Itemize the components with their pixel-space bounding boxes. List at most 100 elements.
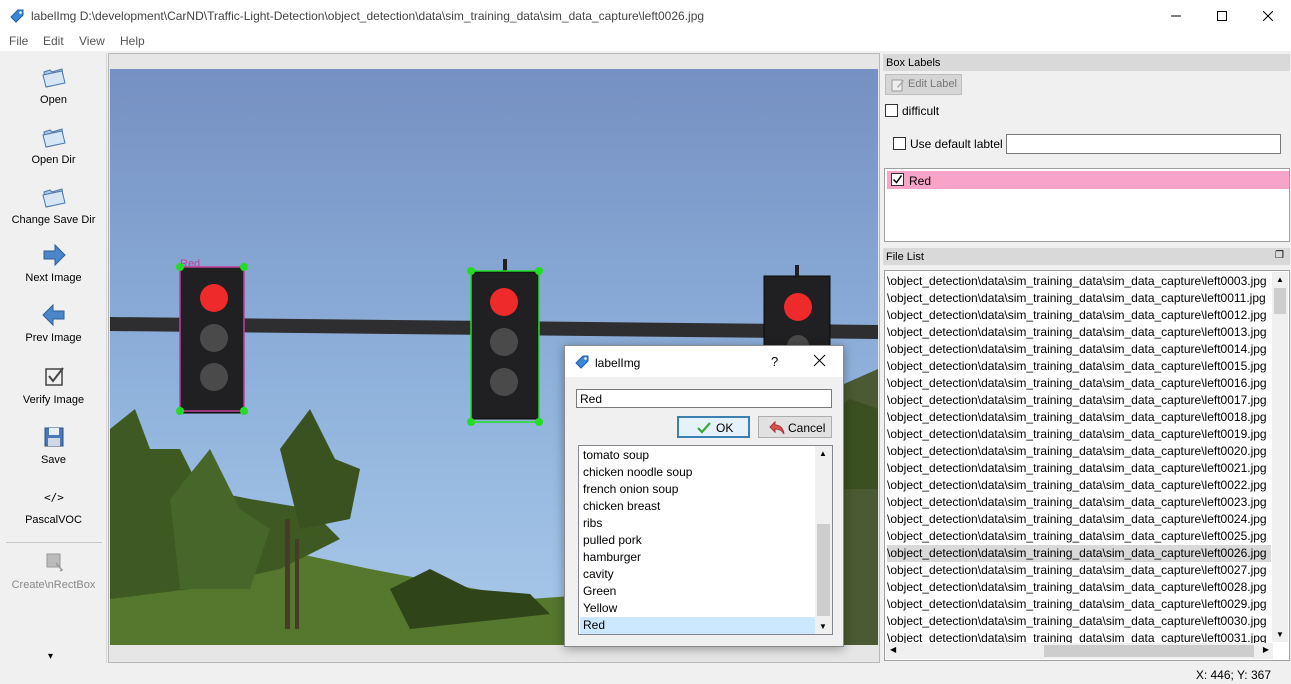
box-labels-dock-title: Box Labels	[883, 54, 1290, 71]
file-list-item[interactable]: \object_detection\data\sim_training_data…	[887, 358, 1271, 375]
title-bar: labelImg D:\development\CarND\Traffic-Li…	[0, 0, 1291, 32]
label-option[interactable]: ribs	[580, 515, 816, 532]
file-list: \object_detection\data\sim_training_data…	[884, 270, 1290, 661]
file-list-item[interactable]: \object_detection\data\sim_training_data…	[887, 477, 1271, 494]
menu-view[interactable]: View	[79, 34, 105, 48]
ok-button[interactable]: OK	[677, 416, 750, 438]
change-save-dir-button[interactable]: Change Save Dir	[2, 183, 105, 226]
label-list: Red	[884, 168, 1290, 242]
folder-open-icon	[41, 128, 66, 148]
label-list-item[interactable]: Red	[887, 171, 1289, 189]
close-button[interactable]	[1245, 0, 1291, 32]
file-list-item[interactable]: \object_detection\data\sim_training_data…	[887, 528, 1271, 545]
use-default-label-label: Use default labtel	[910, 137, 1003, 151]
file-list-item[interactable]: \object_detection\data\sim_training_data…	[887, 324, 1271, 341]
scroll-up-icon[interactable]: ▲	[1276, 275, 1284, 284]
window-title: labelImg D:\development\CarND\Traffic-Li…	[31, 9, 705, 23]
file-list-item[interactable]: \object_detection\data\sim_training_data…	[887, 392, 1271, 409]
open-dir-button[interactable]: Open Dir	[2, 123, 105, 166]
file-list-item[interactable]: \object_detection\data\sim_training_data…	[887, 273, 1271, 290]
minimize-button[interactable]	[1153, 0, 1199, 32]
label-option[interactable]: tomato soup	[580, 447, 816, 464]
scroll-thumb[interactable]	[817, 524, 830, 616]
file-list-item[interactable]: \object_detection\data\sim_training_data…	[887, 443, 1271, 460]
default-label-input[interactable]	[1006, 134, 1281, 154]
use-default-label-checkbox[interactable]	[893, 137, 906, 150]
cursor-position: X: 446; Y: 367	[1195, 668, 1271, 682]
difficult-checkbox[interactable]	[885, 104, 898, 117]
label-option[interactable]: Red	[580, 617, 816, 634]
folder-open-icon	[41, 68, 66, 88]
file-list-item[interactable]: \object_detection\data\sim_training_data…	[887, 375, 1271, 392]
help-button[interactable]: ?	[771, 354, 778, 369]
label-options-list: Red Yellow Green cavity hamburger pulled pork…	[578, 445, 833, 635]
toolbar-more-icon[interactable]: ▾	[48, 651, 53, 662]
file-list-item[interactable]: \object_detection\data\sim_training_data…	[887, 290, 1271, 307]
scroll-down-icon[interactable]: ▼	[819, 622, 827, 631]
toolbar: Open Open Dir Change Save Dir Next Image…	[0, 53, 107, 663]
difficult-label: difficult	[902, 104, 940, 118]
scroll-thumb[interactable]	[1044, 645, 1254, 657]
file-list-item[interactable]: \object_detection\data\sim_training_data…	[887, 307, 1271, 324]
dialog-title-bar: labelImg ?	[565, 346, 843, 377]
scroll-up-icon[interactable]: ▲	[819, 449, 827, 458]
undo-arrow-icon	[769, 420, 785, 435]
file-list-hscroll[interactable]: ◀ ▶	[886, 643, 1273, 659]
file-list-dock-title: File List ❐	[883, 248, 1290, 265]
prev-image-button[interactable]: Prev Image	[2, 301, 105, 344]
file-list-item[interactable]: \object_detection\data\sim_training_data…	[887, 409, 1271, 426]
file-list-item[interactable]: \object_detection\data\sim_training_data…	[887, 341, 1271, 358]
file-list-item[interactable]: \object_detection\data\sim_training_data…	[887, 562, 1271, 579]
scroll-left-icon[interactable]: ◀	[890, 645, 896, 654]
floppy-disk-icon	[44, 427, 63, 447]
maximize-icon	[1217, 11, 1227, 21]
save-button[interactable]: Save	[2, 423, 105, 466]
file-list-item[interactable]: \object_detection\data\sim_training_data…	[887, 494, 1271, 511]
open-button[interactable]: Open	[2, 63, 105, 106]
file-list-item[interactable]: \object_detection\data\sim_training_data…	[887, 579, 1271, 596]
edit-label-button[interactable]: Edit Label	[885, 74, 962, 95]
dialog-list-vscroll[interactable]: ▲ ▼	[815, 446, 832, 634]
label-option[interactable]: cavity	[580, 566, 816, 583]
scroll-right-icon[interactable]: ▶	[1263, 645, 1269, 654]
menu-help[interactable]: Help	[120, 34, 145, 48]
label-option[interactable]: Green	[580, 583, 816, 600]
label-dialog: labelImg ? Red OK Cancel Red Yellow Green c…	[564, 345, 844, 647]
menu-edit[interactable]: Edit	[43, 34, 64, 48]
label-tag-icon	[10, 9, 24, 23]
close-icon[interactable]	[813, 354, 826, 367]
file-list-item[interactable]: \object_detection\data\sim_training_data…	[887, 545, 1271, 562]
label-option[interactable]: chicken breast	[580, 498, 816, 515]
create-rect-button[interactable]: Create\nRectBox	[2, 548, 105, 591]
label-input[interactable]: Red	[576, 389, 832, 408]
label-option[interactable]: chicken noodle soup	[580, 464, 816, 481]
dock-float-icon[interactable]: ❐	[1275, 250, 1284, 261]
label-option[interactable]: pulled pork	[580, 532, 816, 549]
edit-icon	[891, 79, 904, 92]
check-icon	[697, 422, 711, 434]
next-image-button[interactable]: Next Image	[2, 241, 105, 284]
file-list-item[interactable]: \object_detection\data\sim_training_data…	[887, 613, 1271, 630]
arrow-left-icon	[41, 303, 64, 327]
format-button[interactable]: </> PascalVOC	[2, 483, 105, 526]
draw-rect-icon	[46, 553, 63, 572]
label-option[interactable]: french onion soup	[580, 481, 816, 498]
arrow-right-icon	[43, 243, 66, 267]
canvas-scrollbar[interactable]	[110, 646, 878, 661]
menu-file[interactable]: File	[9, 34, 28, 48]
check-icon	[892, 175, 903, 184]
label-option[interactable]: hamburger	[580, 549, 816, 566]
file-list-item[interactable]: \object_detection\data\sim_training_data…	[887, 511, 1271, 528]
cancel-button[interactable]: Cancel	[758, 416, 832, 438]
file-list-vscroll[interactable]: ▲ ▼	[1272, 272, 1288, 642]
file-list-item[interactable]: \object_detection\data\sim_training_data…	[887, 596, 1271, 613]
scroll-thumb[interactable]	[1274, 288, 1286, 314]
label-option[interactable]: Yellow	[580, 600, 816, 617]
maximize-button[interactable]	[1199, 0, 1245, 32]
file-list-item[interactable]: \object_detection\data\sim_training_data…	[887, 426, 1271, 443]
scroll-down-icon[interactable]: ▼	[1276, 630, 1284, 639]
verify-image-button[interactable]: Verify Image	[2, 363, 105, 406]
label-visible-checkbox[interactable]	[891, 173, 904, 186]
close-icon	[1263, 11, 1273, 21]
file-list-item[interactable]: \object_detection\data\sim_training_data…	[887, 460, 1271, 477]
